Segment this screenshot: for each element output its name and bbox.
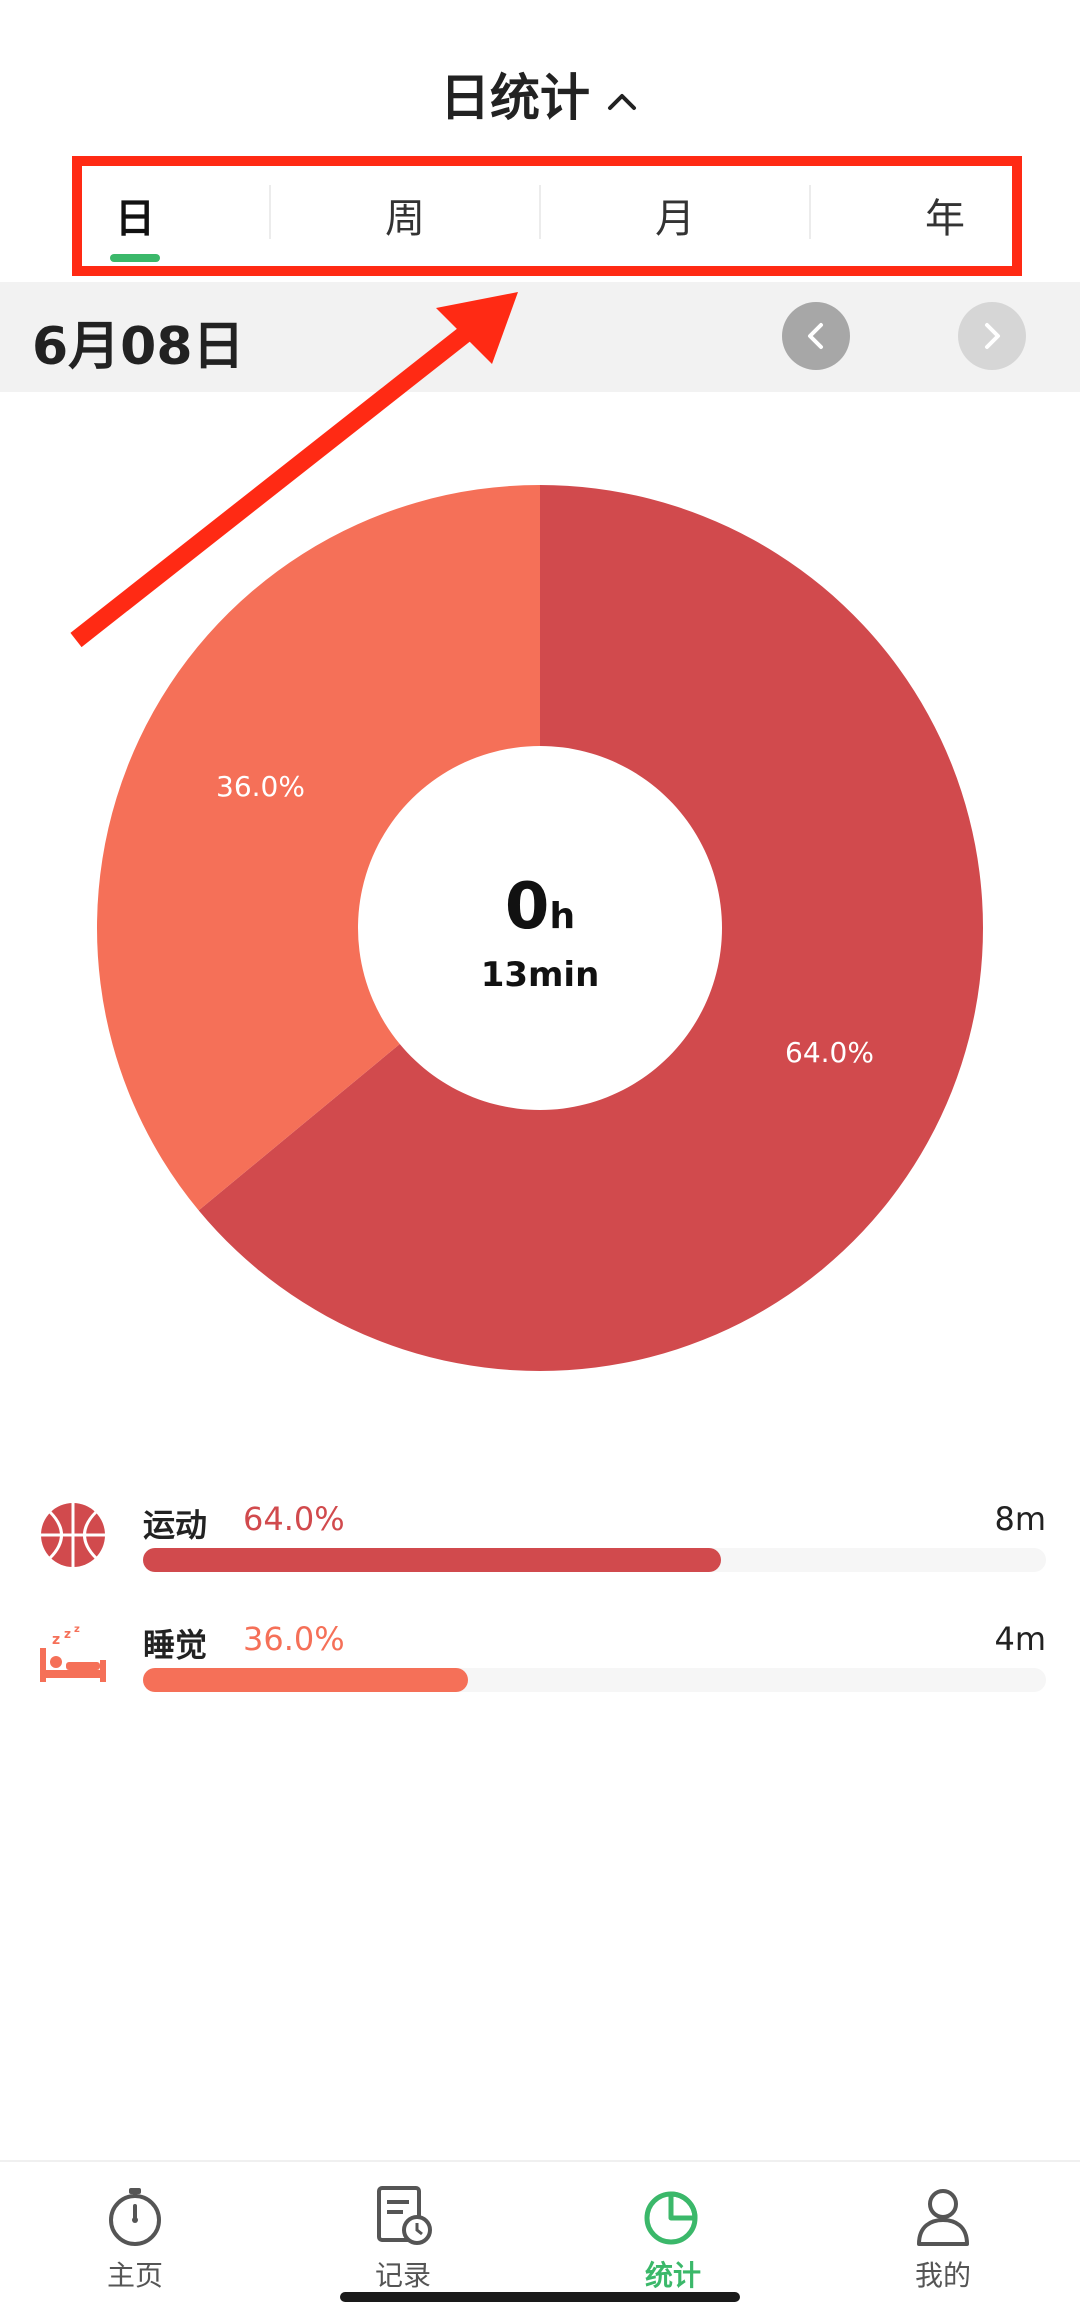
legend-row-exercise[interactable]: 运动 64.0% 8m xyxy=(0,1500,1080,1600)
pie-chart-icon xyxy=(644,2191,698,2245)
slice-label-exercise: 64.0% xyxy=(785,1036,874,1069)
hours-unit: h xyxy=(549,896,576,937)
person-icon xyxy=(917,2189,969,2246)
progress-fill xyxy=(143,1668,469,1692)
progress-track xyxy=(143,1668,1046,1692)
nav-records-label: 记录 xyxy=(374,2259,431,2292)
nav-home[interactable]: 主页 xyxy=(35,2184,235,2314)
nav-stats-label: 统计 xyxy=(644,2259,701,2292)
total-minutes: 13min xyxy=(480,955,600,995)
legend-name: 睡觉 xyxy=(143,1626,208,1664)
progress-track xyxy=(143,1548,1046,1572)
svg-text:z: z xyxy=(52,1632,60,1648)
legend-percent: 36.0% xyxy=(243,1620,345,1658)
legend-name: 运动 xyxy=(143,1506,208,1544)
basketball-icon xyxy=(41,1503,105,1567)
legend-time: 4m xyxy=(994,1620,1046,1658)
legend-time: 8m xyxy=(994,1500,1046,1538)
nav-profile-label: 我的 xyxy=(914,2259,971,2292)
slice-label-sleep: 36.0% xyxy=(216,770,305,803)
stopwatch-icon xyxy=(109,2188,161,2246)
donut-chart xyxy=(97,485,984,1372)
hours-value: 0 xyxy=(504,870,550,944)
sleep-bed-icon: z z z xyxy=(40,1624,106,1682)
legend-percent: 64.0% xyxy=(243,1500,345,1538)
legend-row-sleep[interactable]: z z z 睡觉 36.0% 4m xyxy=(0,1620,1080,1720)
svg-text:z: z xyxy=(64,1627,71,1641)
home-indicator xyxy=(340,2292,740,2302)
nav-home-label: 主页 xyxy=(106,2259,163,2292)
nav-profile[interactable]: 我的 xyxy=(843,2184,1043,2314)
progress-fill xyxy=(143,1548,721,1572)
total-hours: 0h xyxy=(0,870,1080,944)
svg-text:z: z xyxy=(74,1624,80,1635)
records-icon xyxy=(377,2186,432,2245)
